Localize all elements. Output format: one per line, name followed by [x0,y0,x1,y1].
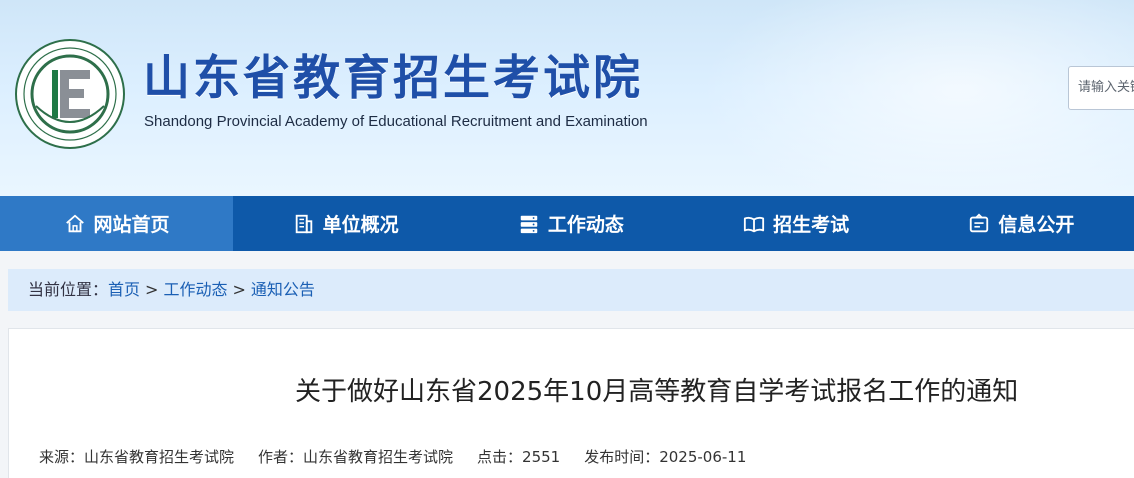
info-board-icon [970,213,989,232]
nav-item-label: 信息公开 [998,214,1075,236]
site-subtitle: Shandong Provincial Academy of Education… [144,113,648,130]
breadcrumb-prefix: 当前位置： [28,280,109,299]
site-title: 山东省教育招生考试院 [143,51,643,106]
search-input[interactable]: 请输入关键 [1068,66,1134,110]
article-clicks: 点击：2551 [477,448,561,466]
article-panel: 关于做好山东省2025年10月高等教育自学考试报名工作的通知 来源：山东省教育招… [8,328,1134,478]
nav-item-label: 单位概况 [322,214,399,236]
article-published-date: 发布时间：2025-06-11 [584,448,747,466]
breadcrumb-link-notices[interactable]: 通知公告 [251,280,315,299]
nav-item-label: 招生考试 [773,214,850,236]
article-source: 来源：山东省教育招生考试院 [39,448,235,466]
nav-item-home[interactable]: 网站首页 [0,196,234,251]
nav-item-overview[interactable]: 单位概况 [233,196,458,251]
breadcrumb-separator: > [232,280,246,299]
academy-logo-icon[interactable] [14,38,126,150]
article-author: 作者：山东省教育招生考试院 [258,448,454,466]
nav-item-label: 网站首页 [93,214,170,236]
main-nav: 网站首页 单位概况 工作动态 招生考试 信息公开 [0,196,1134,251]
nav-item-label: 工作动态 [547,214,624,236]
nav-item-admissions[interactable]: 招生考试 [684,196,909,251]
server-icon [520,215,538,233]
breadcrumb: 当前位置：首页 > 工作动态 > 通知公告 [8,269,1134,311]
breadcrumb-link-news[interactable]: 工作动态 [163,280,227,299]
nav-item-news[interactable]: 工作动态 [458,196,683,251]
building-icon [295,214,312,233]
article-title: 关于做好山东省2025年10月高等教育自学考试报名工作的通知 [295,377,1019,407]
breadcrumb-link-home[interactable]: 首页 [108,280,140,299]
nav-item-disclosure[interactable]: 信息公开 [909,196,1134,251]
breadcrumb-separator: > [145,280,159,299]
home-icon [65,214,84,232]
site-header: 山东省教育招生考试院 Shandong Provincial Academy o… [0,0,1134,196]
book-icon [744,216,765,232]
article-meta: 来源：山东省教育招生考试院 作者：山东省教育招生考试院 点击：2551 发布时间：20… [39,446,770,467]
